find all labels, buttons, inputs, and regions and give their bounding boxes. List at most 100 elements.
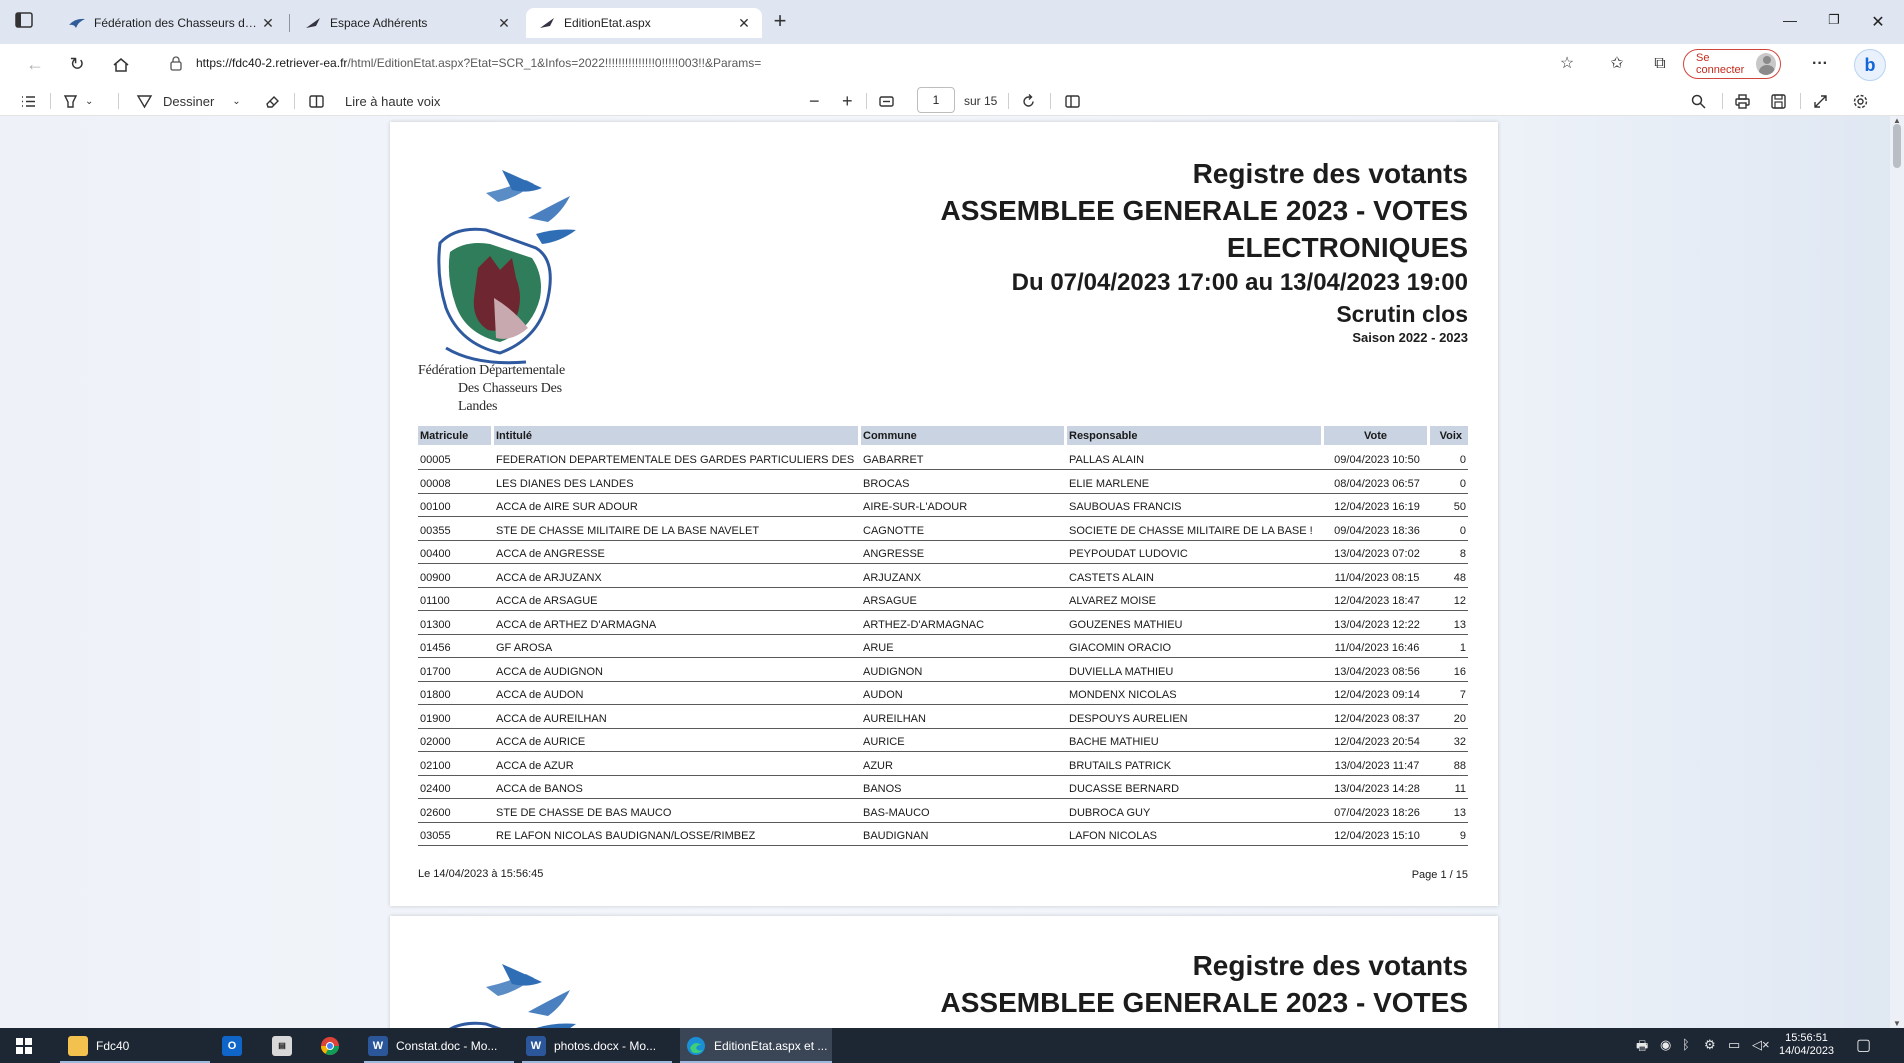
table-row: 02100 ACCA de AZUR AZUR BRUTAILS PATRICK 13/… — [418, 752, 1468, 776]
cell-vote: 13/04/2023 07:02 — [1324, 541, 1430, 564]
table-header-row: Matricule Intitulé Commune Responsable V… — [418, 426, 1468, 445]
taskbar-item-constat[interactable]: W Constat.doc - Mo... — [364, 1028, 514, 1063]
close-tab-icon[interactable]: ✕ — [494, 15, 514, 32]
federation-logo-icon — [449, 964, 576, 1028]
chrome-icon[interactable] — [320, 1028, 352, 1063]
cell-intitule: ACCA de AUDIGNON — [494, 658, 861, 682]
cell-voix: 13 — [1430, 611, 1468, 635]
display-icon[interactable]: ▭ — [1728, 1037, 1740, 1053]
close-tab-icon[interactable]: ✕ — [258, 15, 278, 32]
volume-icon[interactable]: ◁× — [1752, 1037, 1770, 1053]
start-button[interactable] — [16, 1028, 46, 1063]
refresh-icon[interactable]: ↻ — [64, 52, 90, 78]
cell-responsable: ALVAREZ MOISE — [1067, 588, 1324, 611]
tab-actions-icon[interactable] — [14, 10, 44, 34]
bluetooth-icon[interactable]: ᛒ — [1682, 1037, 1690, 1052]
cell-vote: 12/04/2023 09:14 — [1324, 682, 1430, 705]
print-icon[interactable] — [1734, 90, 1751, 112]
notifications-icon[interactable]: ▢ — [1856, 1035, 1871, 1055]
minimize-icon[interactable]: — — [1770, 12, 1810, 34]
table-row: 01456 GF AROSA ARUE GIACOMIN ORACIO 11/04/20… — [418, 635, 1468, 658]
cell-voix: 88 — [1430, 752, 1468, 776]
draw-icon — [136, 94, 153, 108]
cell-responsable: LAFON NICOLAS — [1067, 823, 1324, 846]
table-of-contents-icon[interactable] — [20, 90, 37, 112]
eraser-icon[interactable] — [264, 90, 281, 112]
cell-intitule: ACCA de AIRE SUR ADOUR — [494, 494, 861, 517]
fit-page-icon[interactable] — [878, 90, 895, 112]
chrome-glyph — [321, 1036, 339, 1055]
new-tab-icon[interactable]: + — [766, 9, 794, 35]
outlook-icon[interactable]: O — [222, 1028, 254, 1063]
close-tab-icon[interactable]: ✕ — [734, 15, 754, 32]
read-aloud-button[interactable]: Lire à haute voix — [308, 90, 440, 112]
settings-gear-icon[interactable] — [1852, 90, 1869, 112]
report-title: Registre des votants — [1192, 158, 1468, 189]
toolbar-divider — [50, 93, 51, 109]
fullscreen-icon[interactable] — [1812, 90, 1829, 112]
edge-icon — [687, 1036, 705, 1055]
back-icon[interactable]: ← — [22, 52, 48, 78]
toolbar-divider — [118, 93, 119, 109]
report-header: Registre des votants ASSEMBLEE GENERALE … — [941, 948, 1468, 1021]
rotate-icon[interactable] — [1020, 90, 1037, 112]
url-input[interactable]: https://fdc40-2.retriever-ea.fr/html/Edi… — [196, 56, 761, 70]
cell-responsable: GOUZENES MATHIEU — [1067, 611, 1324, 635]
table-row: 01100 ACCA de ARSAGUE ARSAGUE ALVAREZ MOISE… — [418, 588, 1468, 611]
zoom-out-icon[interactable]: − — [809, 90, 820, 112]
cell-responsable: MONDENX NICOLAS — [1067, 682, 1324, 705]
cell-responsable: CASTETS ALAIN — [1067, 564, 1324, 588]
cell-matricule: 00008 — [418, 470, 494, 494]
taskbar-item-fdc40[interactable]: Fdc40 — [60, 1028, 210, 1063]
cell-vote: 08/04/2023 06:57 — [1324, 470, 1430, 494]
system-clock[interactable]: 15:56:51 14/04/2023 — [1779, 1032, 1834, 1058]
cell-matricule: 00355 — [418, 517, 494, 541]
pdf-page-2: Registre des votants ASSEMBLEE GENERALE … — [390, 916, 1498, 1028]
printer-tray-icon[interactable]: 🖶 — [1636, 1037, 1648, 1059]
search-icon[interactable] — [1690, 90, 1707, 112]
report-subtitle-1: ASSEMBLEE GENERALE 2023 - VOTES — [940, 987, 1468, 1018]
taskbar-item-edition-etat[interactable]: EditionEtat.aspx et ... — [680, 1028, 832, 1063]
page-number-input[interactable]: 1 — [917, 87, 955, 113]
cell-intitule: ACCA de AUREILHAN — [494, 705, 861, 729]
cell-intitule: ACCA de ANGRESSE — [494, 541, 861, 564]
add-favorite-icon[interactable]: ☆ — [1555, 53, 1579, 77]
table-row: 00005 FEDERATION DEPARTEMENTALE DES GARDE… — [418, 445, 1468, 470]
favorites-icon[interactable]: ✩ — [1605, 53, 1629, 77]
chevron-down-icon[interactable]: ⌄ — [85, 96, 93, 107]
home-icon[interactable] — [108, 52, 134, 78]
tab-strip: Fédération des Chasseurs des La ✕ Espace… — [0, 0, 1904, 44]
app-icon[interactable]: ▤ — [272, 1028, 304, 1063]
pdf-viewer[interactable]: Fédération Départementale Des Chasseurs … — [0, 116, 1904, 1028]
cell-commune: BAUDIGNAN — [861, 823, 1067, 846]
bing-copilot-icon[interactable]: b — [1854, 49, 1886, 81]
scrollbar-thumb[interactable] — [1893, 124, 1901, 168]
tab-federation[interactable]: Fédération des Chasseurs des La ✕ — [56, 8, 286, 38]
taskbar-item-photos[interactable]: W photos.docx - Mo... — [522, 1028, 672, 1063]
taskbar-item-label: EditionEtat.aspx et ... — [714, 1038, 828, 1053]
scroll-down-icon[interactable]: ▼ — [1893, 1019, 1901, 1028]
network-icon[interactable]: ⚙ — [1704, 1037, 1716, 1053]
zoom-in-icon[interactable]: + — [842, 90, 853, 112]
tab-edition-etat[interactable]: EditionEtat.aspx ✕ — [526, 8, 762, 38]
column-header-responsable: Responsable — [1067, 426, 1324, 445]
cell-vote: 13/04/2023 11:47 — [1324, 752, 1430, 776]
page-view-icon[interactable] — [1064, 90, 1081, 112]
save-icon[interactable] — [1770, 90, 1787, 112]
draw-button[interactable]: Dessiner ⌄ — [136, 90, 241, 112]
tray-app-icon[interactable]: ◉ — [1660, 1037, 1671, 1053]
sign-in-button[interactable]: Se connecter — [1683, 49, 1781, 79]
collections-icon[interactable]: ⧉ — [1648, 53, 1672, 77]
more-options-icon[interactable]: ··· — [1808, 53, 1832, 77]
vertical-scrollbar[interactable]: ▲ ▼ — [1890, 116, 1904, 1028]
restore-icon[interactable]: ❐ — [1814, 12, 1854, 34]
cell-matricule: 00100 — [418, 494, 494, 517]
cell-voix: 8 — [1430, 541, 1468, 564]
chevron-down-icon[interactable]: ⌄ — [232, 96, 240, 107]
highlight-icon[interactable]: ⌄ — [62, 90, 93, 112]
close-window-icon[interactable]: ✕ — [1858, 12, 1898, 34]
tab-espace-adherents[interactable]: Espace Adhérents ✕ — [292, 8, 522, 38]
lock-icon[interactable] — [168, 55, 184, 71]
cell-voix: 20 — [1430, 705, 1468, 729]
cell-voix: 7 — [1430, 682, 1468, 705]
